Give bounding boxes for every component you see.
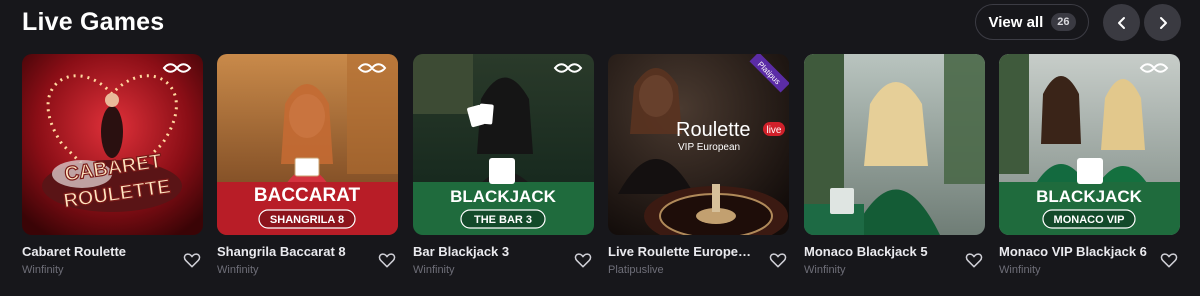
game-card[interactable]: Monaco Blackjack 5 Winfinity: [804, 54, 985, 286]
game-provider: Platipuslive: [608, 264, 664, 276]
section-header: Live Games View all 26: [22, 0, 1182, 44]
art-line1: BACCARAT: [254, 185, 361, 206]
game-title[interactable]: Cabaret Roulette: [22, 244, 172, 260]
game-thumbnail[interactable]: CABARET ROULETTE: [22, 54, 203, 235]
heart-outline-icon: [183, 253, 201, 268]
section-title: Live Games: [22, 8, 165, 36]
heart-outline-icon: [769, 253, 787, 268]
art-line2: THE BAR 3: [474, 214, 532, 226]
games-carousel: CABARET ROULETTE Cabaret Roulette Winfin…: [22, 54, 1182, 286]
heart-outline-icon: [378, 253, 396, 268]
next-button[interactable]: [1144, 4, 1181, 41]
art-line1: BLACKJACK: [1036, 187, 1143, 206]
art-line2: VIP European: [678, 142, 740, 153]
game-card[interactable]: BLACKJACK THE BAR 3 Bar Blackjack 3 Winf…: [413, 54, 594, 286]
game-thumbnail[interactable]: BLACKJACK MONACO VIP: [999, 54, 1180, 235]
art-line2: MONACO VIP: [1054, 214, 1125, 226]
favorite-button[interactable]: [964, 250, 986, 272]
view-all-label: View all: [988, 13, 1044, 31]
game-title[interactable]: Monaco Blackjack 5: [804, 244, 954, 260]
chevron-left-icon: [1117, 16, 1125, 29]
game-provider: Winfinity: [22, 264, 64, 276]
favorite-button[interactable]: [768, 250, 790, 272]
view-all-button[interactable]: View all 26: [975, 4, 1089, 40]
prev-button[interactable]: [1103, 4, 1140, 41]
game-provider: Winfinity: [217, 264, 259, 276]
art-line2: SHANGRILA 8: [270, 214, 344, 226]
game-title[interactable]: Monaco VIP Blackjack 6: [999, 244, 1149, 260]
game-thumbnail[interactable]: [804, 54, 985, 235]
game-title[interactable]: Bar Blackjack 3: [413, 244, 563, 260]
game-card[interactable]: BACCARAT SHANGRILA 8 Shangrila Baccarat …: [217, 54, 398, 286]
art-line1: Roulette: [676, 119, 751, 141]
game-card[interactable]: Roulette live VIP European Platipus Live…: [608, 54, 789, 286]
game-thumbnail[interactable]: BLACKJACK THE BAR 3: [413, 54, 594, 235]
favorite-button[interactable]: [573, 250, 595, 272]
heart-outline-icon: [965, 253, 983, 268]
favorite-button[interactable]: [1159, 250, 1181, 272]
favorite-button[interactable]: [182, 250, 204, 272]
game-title[interactable]: Shangrila Baccarat 8: [217, 244, 367, 260]
art-live-badge: live: [766, 125, 781, 136]
game-card[interactable]: BLACKJACK MONACO VIP Monaco VIP Blackjac…: [999, 54, 1180, 286]
game-provider: Winfinity: [804, 264, 846, 276]
chevron-right-icon: [1159, 16, 1167, 29]
game-thumbnail[interactable]: Roulette live VIP European Platipus: [608, 54, 789, 235]
game-provider: Winfinity: [413, 264, 455, 276]
game-title[interactable]: Live Roulette European ...: [608, 244, 758, 260]
game-card[interactable]: CABARET ROULETTE Cabaret Roulette Winfin…: [22, 54, 203, 286]
art-line1: BLACKJACK: [450, 187, 557, 206]
game-thumbnail[interactable]: BACCARAT SHANGRILA 8: [217, 54, 398, 235]
favorite-button[interactable]: [377, 250, 399, 272]
heart-outline-icon: [574, 253, 592, 268]
heart-outline-icon: [1160, 253, 1178, 268]
games-count-badge: 26: [1051, 13, 1076, 31]
game-provider: Winfinity: [999, 264, 1041, 276]
